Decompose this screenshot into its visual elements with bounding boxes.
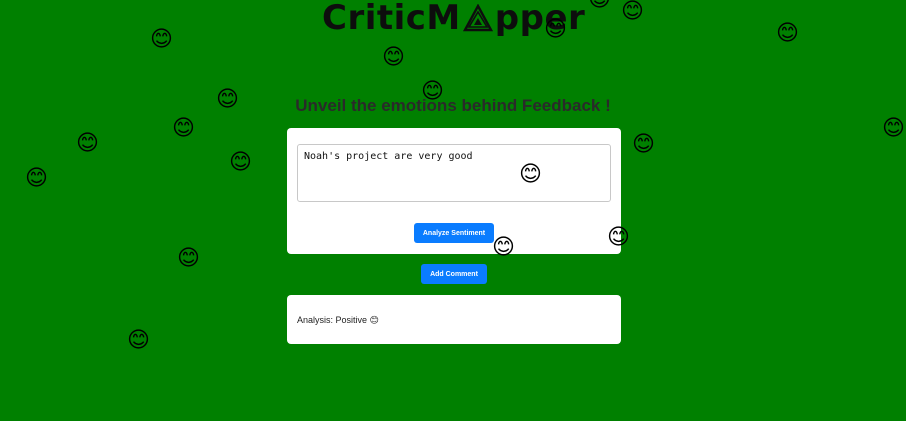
smiling-face-icon: 😊 xyxy=(127,327,150,352)
logo-text-left: CriticM xyxy=(322,0,461,38)
analysis-result: Analysis: Positive 😊 xyxy=(297,315,379,325)
smiling-face-icon: 😊 xyxy=(882,115,905,140)
smiling-face-icon: 😊 xyxy=(177,245,200,270)
input-card: Noah's project are very good Analyze Sen… xyxy=(287,128,621,254)
smiling-face-icon: 😊 xyxy=(776,20,799,45)
smiling-face-icon: 😊 xyxy=(621,0,644,23)
triangle-logo-icon xyxy=(462,4,493,32)
smiling-face-icon: 😊 xyxy=(150,26,173,51)
logo-text-right: pper xyxy=(494,0,586,38)
smiling-face-icon: 😊 xyxy=(76,130,99,155)
result-card: Analysis: Positive 😊 xyxy=(287,295,621,344)
smiling-face-icon: 😊 xyxy=(588,0,611,10)
tagline: Unveil the emotions behind Feedback ! xyxy=(295,96,611,115)
add-comment-button[interactable]: Add Comment xyxy=(421,264,487,284)
app-logo: CriticM pper xyxy=(322,0,585,40)
smiling-face-icon: 😊 xyxy=(382,44,405,69)
smiling-face-icon: 😊 xyxy=(25,165,48,190)
smiling-face-icon: 😊 xyxy=(632,131,655,156)
smiling-face-icon: 😊 xyxy=(229,149,252,174)
comment-input[interactable]: Noah's project are very good xyxy=(297,144,611,202)
smiling-face-icon: 😊 xyxy=(172,115,195,140)
analyze-sentiment-button[interactable]: Analyze Sentiment xyxy=(414,223,494,243)
